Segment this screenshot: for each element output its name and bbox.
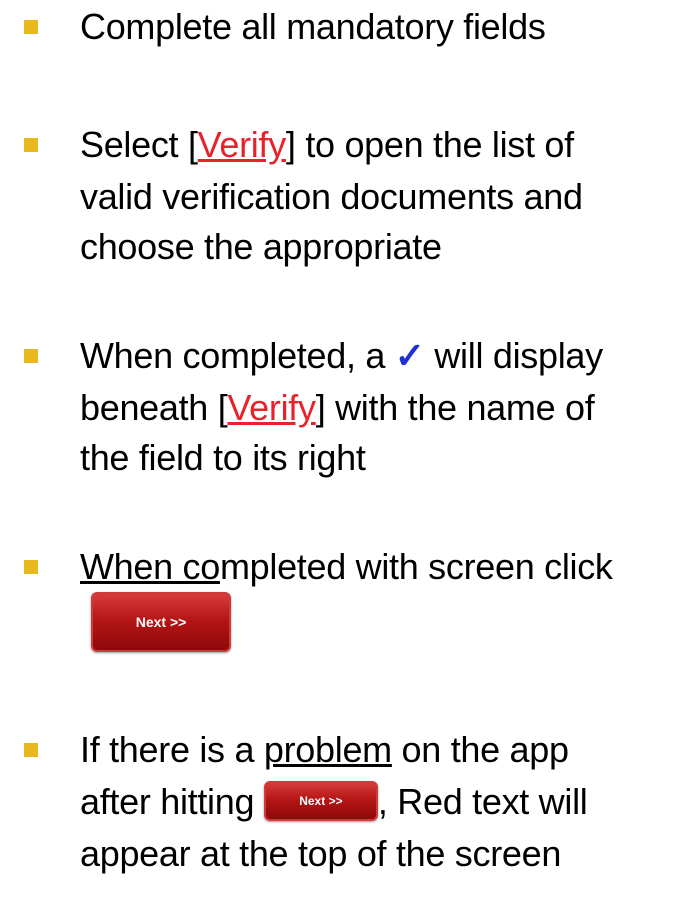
verify-link[interactable]: Verify [227,387,316,428]
bullet-icon [24,20,38,34]
item-5-line-2-end: , Red text will [377,781,588,822]
item-2-line-2: valid verification documents and [80,176,583,217]
item-5-underlined-text: problem [263,729,392,770]
bullet-icon [24,349,38,363]
item-5-line-3: appear at the top of the screen [80,833,562,874]
item-3-line-3: the field to its right [80,437,366,478]
item-3-text-end: will display [424,335,603,376]
item-2-line-1: Select [Verify] to open the list of [80,121,574,169]
item-3-text-start: When completed, a [80,335,395,376]
item-5-line-2-start: after hitting [80,781,264,822]
next-button-inline[interactable]: Next >> [263,781,378,822]
bullet-icon [24,743,38,757]
verify-link[interactable]: Verify [198,124,287,165]
item-1-text: Complete all mandatory fields [80,6,546,47]
item-5-line-1: If there is a problem on the app [80,726,569,774]
item-4-underlined-text: When co [80,546,220,587]
item-4-line-1: When completed with screen click [80,543,613,591]
bullet-icon [24,138,38,152]
item-5-text-start: If there is a [80,729,264,770]
item-2-line-3: choose the appropriate [80,226,442,267]
item-3-line-2-end: ] with the name of [315,387,595,428]
item-3-line-2: beneath [Verify] with the name of [80,384,595,432]
item-5-text-end: on the app [391,729,569,770]
item-2-text-start: Select [ [80,124,198,165]
bullet-icon [24,560,38,574]
item-2-text-end: ] to open the list of [285,124,574,165]
next-button[interactable]: Next >> [91,592,231,652]
check-icon: ✓ [394,335,425,376]
item-3-line-1: When completed, a ✓ will display [80,332,603,380]
item-4-text-rest: mpleted with screen click [219,546,613,587]
item-3-line-2-start: beneath [ [80,387,228,428]
item-5-line-2: after hitting Next >>, Red text will [80,778,588,826]
